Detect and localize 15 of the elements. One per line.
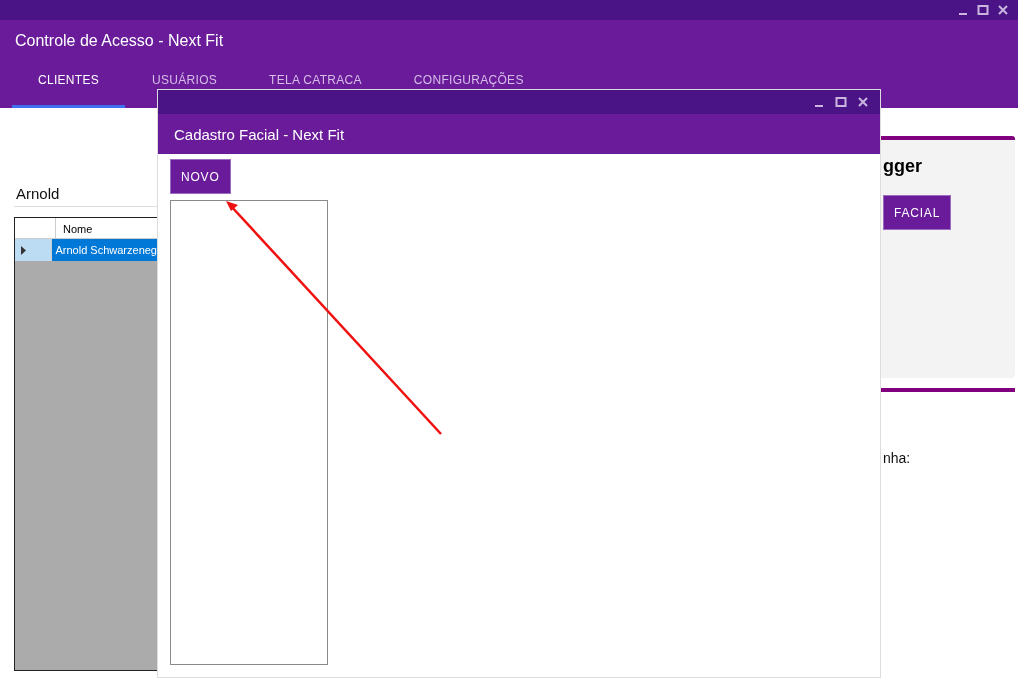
facial-button[interactable]: FACIAL <box>883 195 952 230</box>
maximize-icon[interactable] <box>834 95 848 109</box>
list-box[interactable] <box>170 200 328 665</box>
row-header[interactable] <box>15 239 53 261</box>
row-pointer-icon <box>21 245 26 255</box>
dialog-title: Cadastro Facial - Next Fit <box>158 114 880 154</box>
maximize-icon[interactable] <box>976 3 990 17</box>
tab[interactable]: CLIENTES <box>12 70 125 108</box>
close-icon[interactable] <box>856 95 870 109</box>
table-cell[interactable]: Arnold Schwarzeneg <box>52 239 157 261</box>
client-name: gger <box>883 156 923 177</box>
window-title: Controle de Acesso - Next Fit <box>14 31 225 51</box>
field-label: nha: <box>882 450 912 466</box>
close-icon[interactable] <box>996 3 1010 17</box>
new-button[interactable]: NOVO <box>170 159 231 194</box>
